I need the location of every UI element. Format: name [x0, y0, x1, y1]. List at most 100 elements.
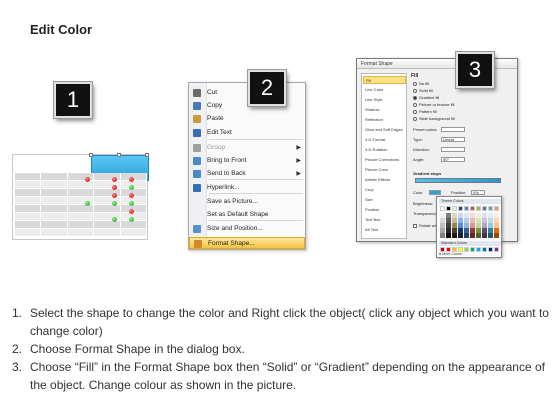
- send-to-back-icon: [193, 170, 201, 178]
- color-swatch[interactable]: [476, 247, 481, 252]
- group-icon: [193, 144, 201, 152]
- category-item[interactable]: Artistic Effects: [363, 176, 406, 184]
- color-palette[interactable]: Theme Colors Standard Colors More Colors…: [436, 196, 502, 258]
- color-picker-button[interactable]: [429, 190, 441, 195]
- menu-item-label: Hyperlink...: [207, 184, 240, 191]
- color-swatch[interactable]: [464, 233, 469, 238]
- menu-item-group[interactable]: Group ▶: [189, 142, 305, 154]
- color-swatch[interactable]: [488, 206, 493, 211]
- color-swatch[interactable]: [452, 206, 457, 211]
- green-marker: [112, 217, 117, 222]
- red-marker: [112, 185, 117, 190]
- color-swatch[interactable]: [458, 206, 463, 211]
- fill-option-radio[interactable]: Pattern fill: [413, 109, 437, 115]
- green-marker: [112, 201, 117, 206]
- prop-label: Angle:: [413, 157, 425, 162]
- color-swatch[interactable]: [464, 206, 469, 211]
- menu-item-send-to-back[interactable]: Send to Back ▶: [189, 168, 305, 180]
- menu-item-format-shape[interactable]: Format Shape...: [189, 237, 305, 249]
- color-swatch[interactable]: [482, 247, 487, 252]
- color-swatch[interactable]: [482, 206, 487, 211]
- color-swatch[interactable]: [488, 233, 493, 238]
- color-swatch[interactable]: [440, 206, 445, 211]
- table-grid: [15, 173, 148, 237]
- category-item[interactable]: Picture Color: [363, 166, 406, 174]
- color-swatch[interactable]: [452, 233, 457, 238]
- green-marker: [129, 217, 134, 222]
- menu-item-size-and-position[interactable]: Size and Position...: [189, 223, 305, 235]
- instruction-item: 1. Select the shape to change the color a…: [12, 304, 552, 340]
- menu-item-edit-text[interactable]: Edit Text: [189, 127, 305, 139]
- gradient-bar[interactable]: [415, 178, 501, 183]
- menu-item-label: Set as Default Shape: [207, 211, 269, 218]
- category-item[interactable]: Shadow: [363, 106, 406, 114]
- category-item[interactable]: 3-D Format: [363, 136, 406, 144]
- prop-label: Type:: [413, 137, 423, 142]
- resize-handle[interactable]: [89, 153, 93, 157]
- more-colors-link[interactable]: More Colors...: [439, 252, 465, 256]
- resize-handle[interactable]: [117, 153, 121, 157]
- menu-item-label: Bring to Front: [207, 157, 247, 164]
- menu-item-label: Send to Back: [207, 170, 246, 177]
- color-swatch[interactable]: [464, 247, 469, 252]
- radio-icon: [413, 88, 417, 93]
- fill-option-radio[interactable]: No fill: [413, 81, 429, 87]
- color-swatch[interactable]: [482, 233, 487, 238]
- prop-input[interactable]: [441, 127, 465, 132]
- color-swatch[interactable]: [494, 206, 499, 211]
- menu-item-cut[interactable]: Cut: [189, 87, 305, 99]
- menu-item-bring-to-front[interactable]: Bring to Front ▶: [189, 155, 305, 167]
- context-menu[interactable]: Cut Copy Paste Edit Text Group ▶ Bring to Fron…: [188, 82, 306, 250]
- fill-option-radio[interactable]: Slide background fill: [413, 116, 455, 122]
- color-swatch[interactable]: [494, 247, 499, 252]
- fill-option-radio[interactable]: Solid fill: [413, 88, 433, 94]
- resize-handle[interactable]: [145, 153, 149, 157]
- fill-option-label: Picture or texture fill: [419, 102, 455, 107]
- step-badge-1: 1: [54, 82, 92, 118]
- submenu-arrow-icon: ▶: [296, 145, 301, 151]
- color-swatch[interactable]: [470, 233, 475, 238]
- menu-item-save-as-picture[interactable]: Save as Picture...: [189, 196, 305, 208]
- color-swatch[interactable]: [446, 206, 451, 211]
- menu-item-paste[interactable]: Paste: [189, 113, 305, 125]
- color-swatch[interactable]: [440, 233, 445, 238]
- menu-item-hyperlink[interactable]: Hyperlink...: [189, 182, 305, 194]
- color-swatch[interactable]: [476, 206, 481, 211]
- color-swatch[interactable]: [470, 206, 475, 211]
- menu-item-label: Size and Position...: [207, 225, 263, 232]
- fill-option-label: Solid fill: [419, 88, 433, 93]
- category-item[interactable]: 3-D Rotation: [363, 146, 406, 154]
- sample-table[interactable]: [12, 153, 149, 240]
- color-swatch[interactable]: [470, 247, 475, 252]
- menu-item-copy[interactable]: Copy: [189, 100, 305, 112]
- category-item[interactable]: Fill: [363, 76, 406, 84]
- category-item[interactable]: Line Color: [363, 86, 406, 94]
- category-item[interactable]: Glow and Soft Edges: [363, 126, 406, 134]
- color-swatch[interactable]: [488, 247, 493, 252]
- menu-item-label: Save as Picture...: [207, 198, 258, 205]
- color-swatch[interactable]: [494, 233, 499, 238]
- menu-item-set-as-default-shape[interactable]: Set as Default Shape: [189, 209, 305, 221]
- standard-colors-header: Standard Colors: [439, 241, 501, 246]
- category-item[interactable]: Text Box: [363, 216, 406, 224]
- prop-input[interactable]: Linear: [441, 137, 465, 142]
- prop-input[interactable]: [441, 147, 465, 152]
- fill-option-radio[interactable]: Picture or texture fill: [413, 102, 454, 108]
- prop-input[interactable]: 90°: [441, 157, 465, 162]
- instruction-item: 2. Choose Format Shape in the dialog box.: [12, 340, 552, 358]
- color-swatch[interactable]: [458, 233, 463, 238]
- category-item[interactable]: Line Style: [363, 96, 406, 104]
- category-item[interactable]: Size: [363, 196, 406, 204]
- radio-icon: [413, 116, 417, 121]
- category-list[interactable]: Fill Line Color Line Style Shadow Reflection…: [361, 73, 407, 239]
- category-item[interactable]: Picture Corrections: [363, 156, 406, 164]
- category-item[interactable]: Crop: [363, 186, 406, 194]
- position-input[interactable]: 0%: [471, 190, 485, 195]
- color-swatch[interactable]: [446, 233, 451, 238]
- fill-option-radio[interactable]: Gradient fill: [413, 95, 439, 101]
- color-swatch[interactable]: [476, 233, 481, 238]
- category-item[interactable]: Position: [363, 206, 406, 214]
- category-item[interactable]: Alt Text: [363, 226, 406, 234]
- color-label: Color: [413, 190, 423, 195]
- category-item[interactable]: Reflection: [363, 116, 406, 124]
